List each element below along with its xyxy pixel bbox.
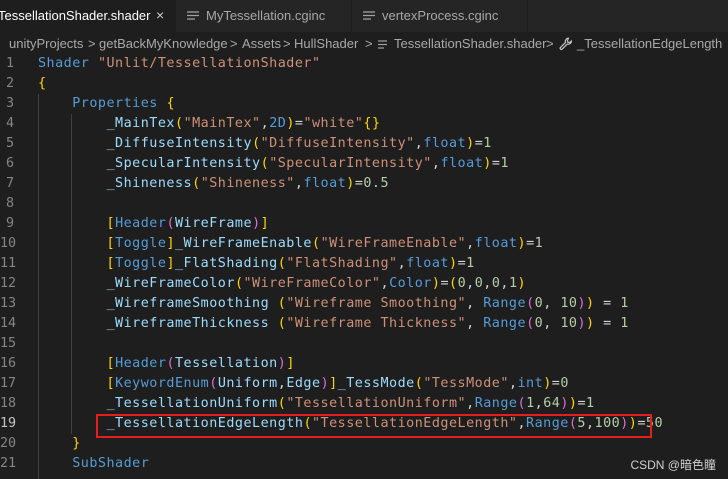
breadcrumb-separator: >: [230, 36, 238, 51]
code-line[interactable]: 21 SubShader: [0, 454, 728, 474]
code-text: _Shineness("Shineness",float)=0.5: [106, 176, 390, 191]
line-number: 14: [0, 316, 17, 331]
breadcrumb-item[interactable]: HullShader: [294, 36, 358, 51]
file-cginc-icon: [187, 11, 199, 20]
line-number: 2: [5, 76, 14, 91]
code-line[interactable]: 14 _WireframeThickness ("Wireframe Thick…: [0, 314, 728, 334]
line-number: 11: [0, 256, 17, 271]
line-number: 13: [0, 296, 17, 311]
code-text: SubShader: [72, 456, 150, 471]
code-line[interactable]: 8: [0, 194, 728, 214]
line-number: 16: [0, 356, 17, 371]
code-line[interactable]: 6 _SpecularIntensity("SpecularIntensity"…: [0, 154, 728, 174]
tab-label: MyTessellation.cginc: [206, 8, 326, 23]
code-text: _DiffuseIntensity("DiffuseIntensity",flo…: [106, 136, 492, 151]
file-icon: [378, 38, 387, 49]
breadcrumb-separator: >: [365, 36, 373, 51]
line-number: 8: [5, 196, 14, 211]
code-line[interactable]: 3 Properties {: [0, 94, 728, 114]
breadcrumb-item[interactable]: Assets: [242, 36, 281, 51]
line-number: 3: [5, 96, 14, 111]
code-text: _TessellationUniform("TessellationUnifor…: [106, 396, 595, 411]
line-number: 17: [0, 376, 17, 391]
code-line[interactable]: 4 _MainTex("MainTex",2D)="white"{}: [0, 114, 728, 134]
line-number: 20: [0, 436, 17, 451]
breadcrumb-item[interactable]: getBackMyKnowledge: [99, 36, 228, 51]
code-text: }: [72, 436, 81, 451]
code-text: Shader "Unlit/TessellationShader": [38, 56, 321, 71]
code-line[interactable]: 15: [0, 334, 728, 354]
close-icon[interactable]: ×: [156, 7, 164, 23]
code-line[interactable]: 5 _DiffuseIntensity("DiffuseIntensity",f…: [0, 134, 728, 154]
tab-bar: TessellationShader.shader × MyTessellati…: [0, 0, 728, 32]
breadcrumb: unityProjects > getBackMyKnowledge > Ass…: [0, 32, 728, 55]
code-text: [Header(WireFrame)]: [106, 216, 270, 231]
watermark: CSDN @暗色瞳: [630, 458, 716, 472]
code-line[interactable]: 9 [Header(WireFrame)]: [0, 214, 728, 234]
line-number: 19: [0, 416, 17, 431]
line-number: 1: [5, 56, 14, 71]
line-number: 5: [5, 136, 14, 151]
breadcrumb-separator: >: [546, 36, 554, 51]
tab-vertexprocess-cginc[interactable]: vertexProcess.cginc: [352, 0, 528, 32]
line-number: 12: [0, 276, 17, 291]
line-number: 15: [0, 336, 17, 351]
highlight-box: [96, 414, 652, 438]
code-text: _SpecularIntensity("SpecularIntensity",f…: [106, 156, 509, 171]
line-number: 9: [5, 216, 14, 231]
breadcrumb-item[interactable]: unityProjects: [9, 36, 83, 51]
line-number: 10: [0, 236, 17, 251]
code-text: [Toggle]_FlatShading("FlatShading",float…: [106, 256, 475, 271]
code-text: _WireFrameColor("WireFrameColor",Color)=…: [106, 276, 527, 291]
code-text: Properties {: [72, 96, 175, 111]
breadcrumb-separator: >: [88, 36, 96, 51]
code-text: [Toggle]_WireFrameEnable("WireFrameEnabl…: [106, 236, 544, 251]
line-number: 4: [5, 116, 14, 131]
code-line[interactable]: 16 [Header(Tessellation)]: [0, 354, 728, 374]
code-line[interactable]: 1 Shader "Unlit/TessellationShader": [0, 54, 728, 74]
tab-mytessellation-cginc[interactable]: MyTessellation.cginc: [176, 0, 352, 32]
wrench-icon: [559, 37, 573, 51]
breadcrumb-separator: >: [283, 36, 291, 51]
code-line[interactable]: 12 _WireFrameColor("WireFrameColor",Colo…: [0, 274, 728, 294]
code-text: [Header(Tessellation)]: [106, 356, 295, 371]
breadcrumb-item[interactable]: _TessellationEdgeLength: [577, 36, 722, 51]
tab-label: vertexProcess.cginc: [382, 8, 499, 23]
code-text: _MainTex("MainTex",2D)="white"{}: [106, 116, 381, 131]
code-text: _WireframeSmoothing ("Wireframe Smoothin…: [106, 296, 629, 311]
breadcrumb-item[interactable]: TessellationShader.shader: [394, 36, 547, 51]
tab-label: TessellationShader.shader: [0, 8, 151, 23]
line-number: 6: [5, 156, 14, 171]
code-text: [KeywordEnum(Uniform,Edge)]_TessMode("Te…: [106, 376, 569, 391]
code-text: _WireframeThickness ("Wireframe Thicknes…: [106, 316, 629, 331]
code-line[interactable]: 7 _Shineness("Shineness",float)=0.5: [0, 174, 728, 194]
tab-tessellation-shader[interactable]: TessellationShader.shader ×: [0, 0, 176, 32]
code-line[interactable]: 18 _TessellationUniform("TessellationUni…: [0, 394, 728, 414]
file-cginc-icon: [363, 11, 375, 20]
line-number: 21: [0, 456, 17, 471]
line-number: 18: [0, 396, 17, 411]
code-line[interactable]: 10 [Toggle]_WireFrameEnable("WireFrameEn…: [0, 234, 728, 254]
code-text: {: [38, 76, 47, 91]
line-number: 7: [5, 176, 14, 191]
code-line[interactable]: 13 _WireframeSmoothing ("Wireframe Smoot…: [0, 294, 728, 314]
code-line[interactable]: 11 [Toggle]_FlatShading("FlatShading",fl…: [0, 254, 728, 274]
code-line[interactable]: 17 [KeywordEnum(Uniform,Edge)]_TessMode(…: [0, 374, 728, 394]
code-line[interactable]: 2{: [0, 74, 728, 94]
